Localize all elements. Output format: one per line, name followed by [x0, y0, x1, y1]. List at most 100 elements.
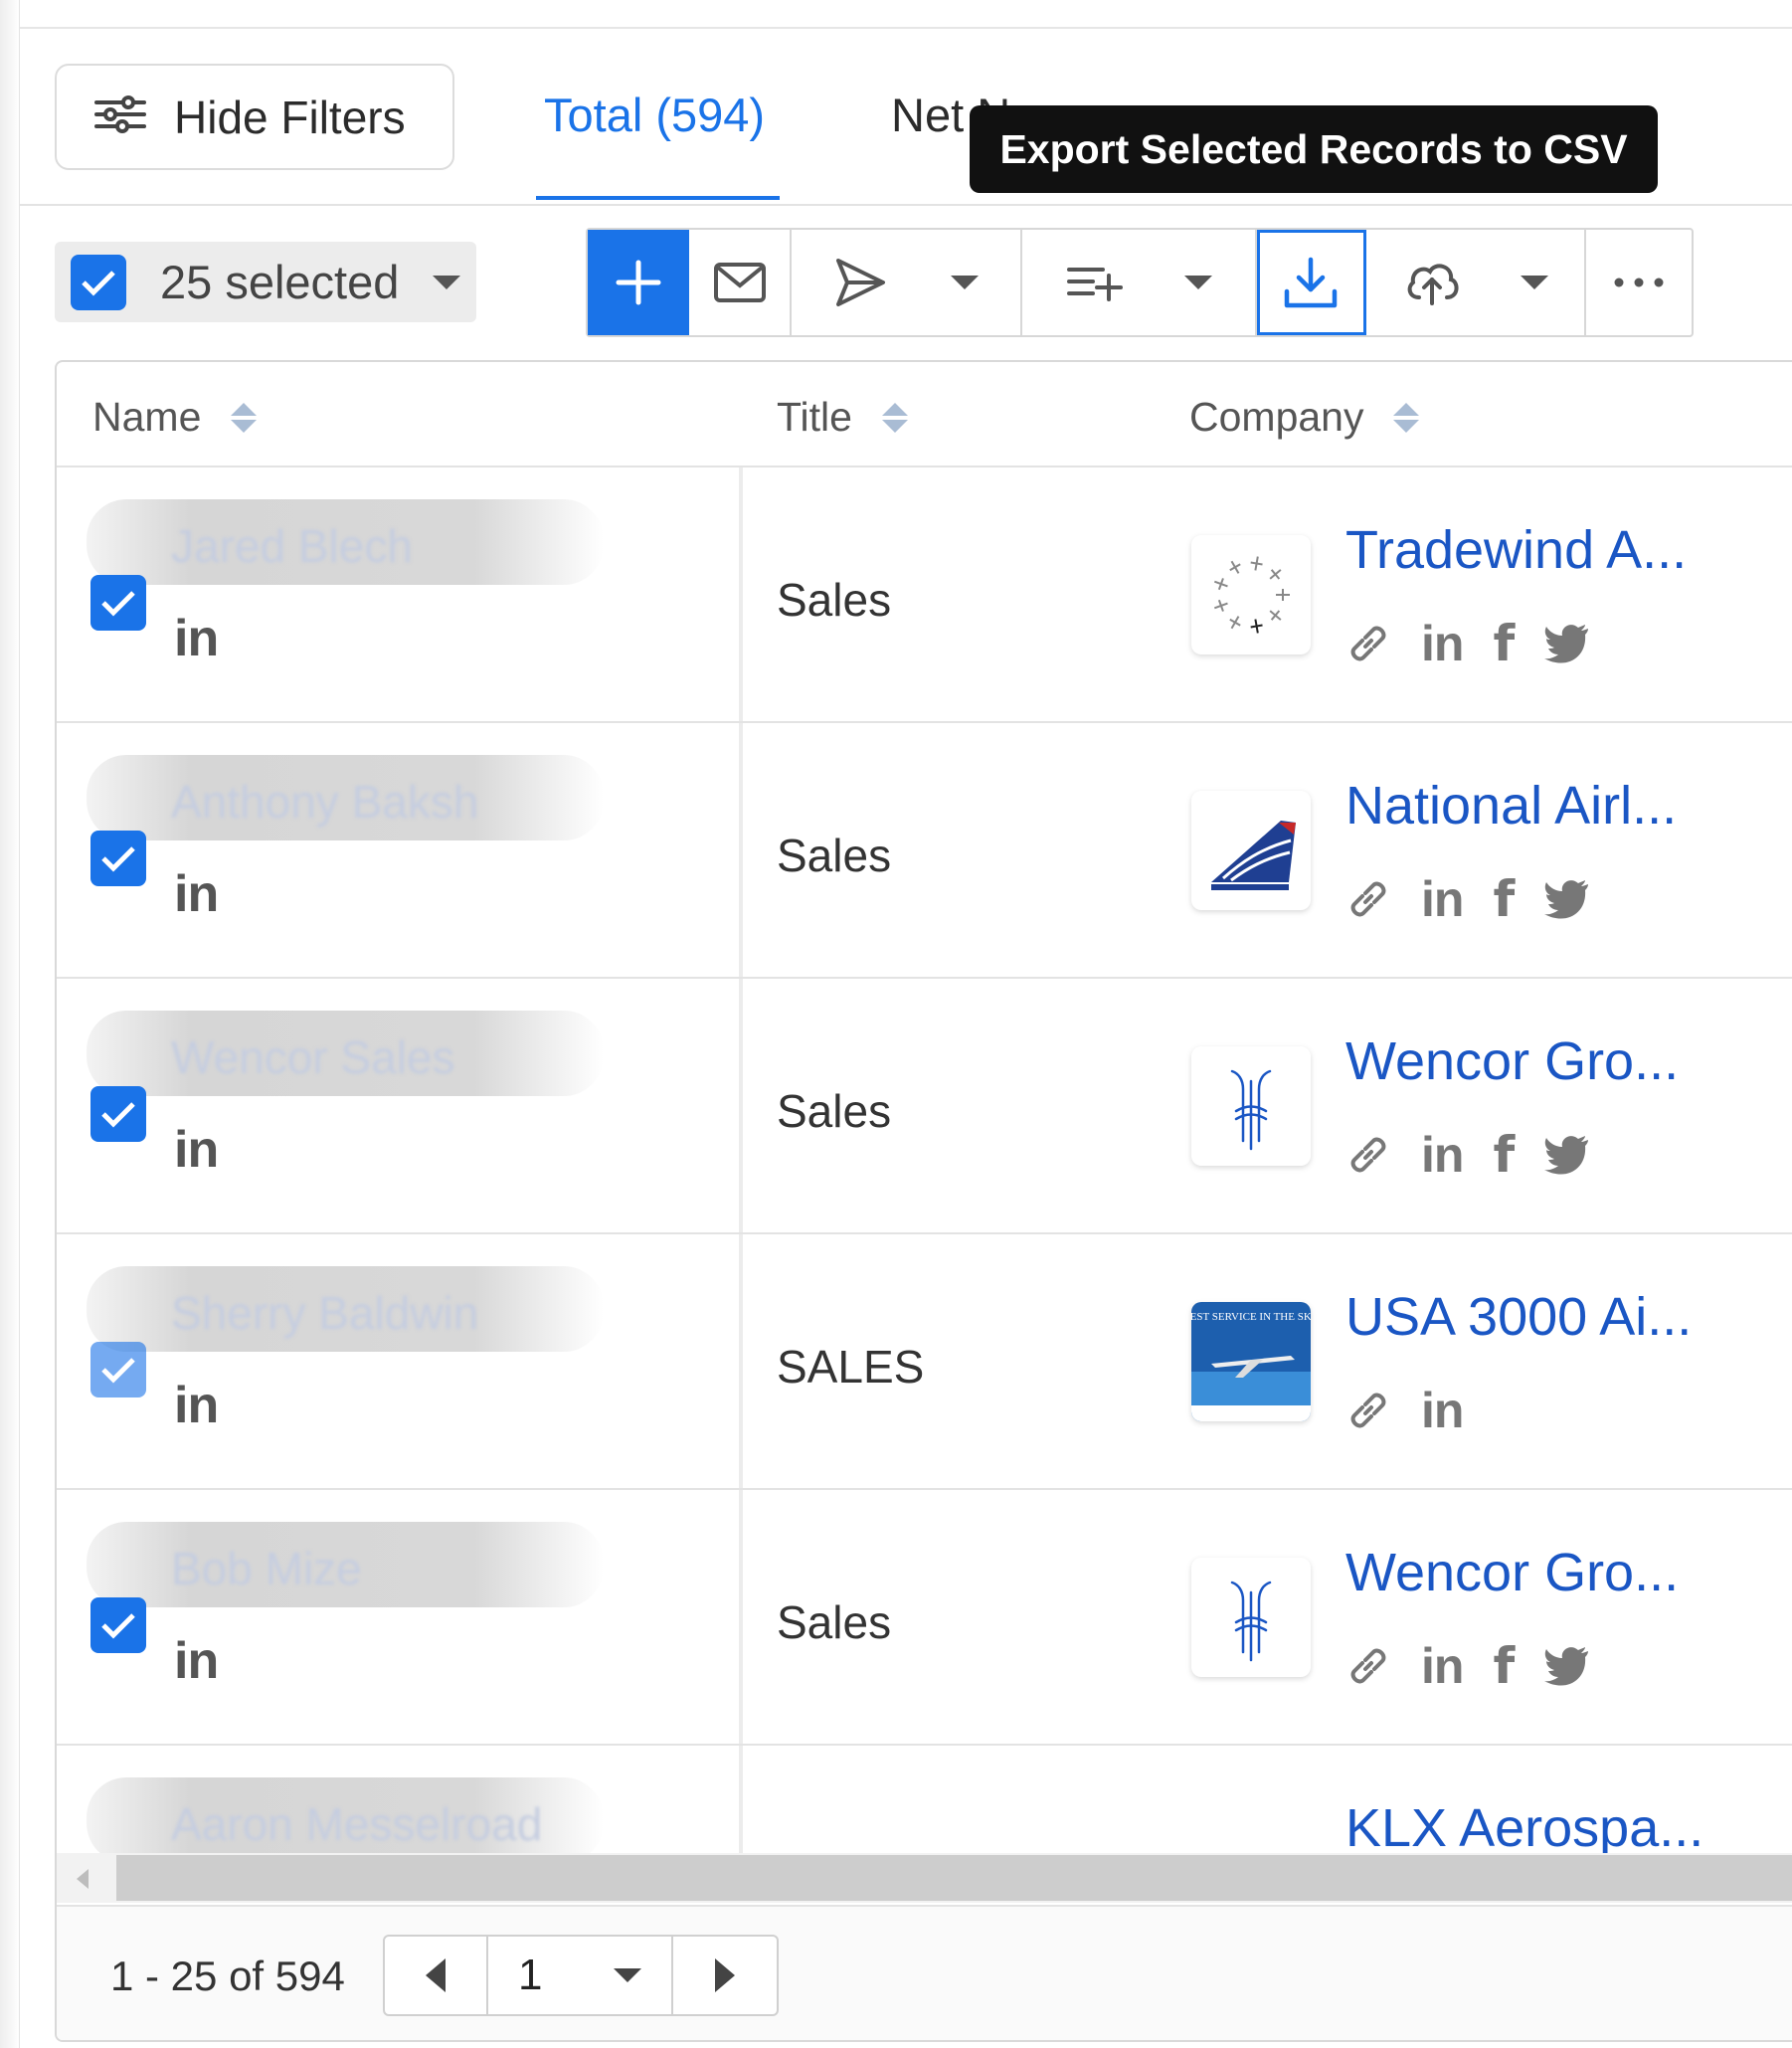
contact-name[interactable]: Jared Blech: [171, 519, 413, 573]
company-logo: [1191, 791, 1311, 910]
company-link[interactable]: KLX Aerospa...: [1345, 1797, 1703, 1859]
sort-icon[interactable]: [881, 402, 908, 433]
sort-icon[interactable]: [231, 402, 258, 433]
facebook-icon[interactable]: f: [1493, 1126, 1515, 1184]
caret-left-icon: [426, 1958, 446, 1992]
twitter-icon[interactable]: [1544, 1135, 1590, 1175]
row-checkbox[interactable]: [90, 1342, 146, 1397]
scrollbar-thumb[interactable]: [116, 1855, 1792, 1901]
contact-name[interactable]: Sherry Baldwin: [171, 1286, 478, 1340]
company-logo: BEST SERVICE IN THE SKY: [1191, 1302, 1311, 1421]
company-link[interactable]: National Airl...: [1345, 775, 1677, 837]
table-row[interactable]: Sherry Baldwin in SALES BEST SERVICE IN THE…: [57, 1234, 1792, 1490]
contact-title: Sales: [777, 830, 892, 881]
twitter-icon[interactable]: [1544, 1646, 1590, 1686]
table-row[interactable]: Anthony Baksh in Sales National Airl... in f: [57, 723, 1792, 979]
linkedin-icon[interactable]: in: [1421, 615, 1464, 672]
twitter-icon[interactable]: [1544, 879, 1590, 919]
company-link[interactable]: Wencor Gro...: [1345, 1542, 1679, 1603]
add-button[interactable]: [588, 230, 689, 335]
header-divider: [20, 204, 1792, 206]
page-select[interactable]: 1: [488, 1937, 673, 2014]
facebook-icon[interactable]: f: [1493, 615, 1515, 672]
sort-icon[interactable]: [1393, 402, 1420, 433]
linkedin-icon[interactable]: in: [174, 1120, 219, 1180]
company-link[interactable]: Tradewind A...: [1345, 519, 1687, 581]
tab-total[interactable]: Total (594): [544, 88, 765, 142]
company-socials: in f: [1345, 870, 1590, 928]
linkedin-icon[interactable]: in: [174, 1631, 219, 1691]
link-icon[interactable]: [1345, 1132, 1391, 1178]
upload-button[interactable]: [1366, 230, 1586, 335]
table-row[interactable]: Bob Mize in Sales Wencor Gro... in f: [57, 1490, 1792, 1746]
hide-filters-button[interactable]: Hide Filters: [55, 64, 454, 170]
add-to-list-button[interactable]: [1022, 230, 1257, 335]
column-header-name[interactable]: Name: [92, 394, 258, 441]
send-button[interactable]: [792, 230, 1022, 335]
send-icon: [836, 259, 885, 306]
record-range: 1 - 25 of 594: [110, 1953, 345, 1999]
facebook-icon[interactable]: f: [1493, 870, 1515, 928]
company-logo: [1191, 1558, 1311, 1677]
scroll-left-icon[interactable]: [77, 1869, 89, 1889]
contact-name[interactable]: Anthony Baksh: [171, 775, 478, 829]
linkedin-icon[interactable]: in: [1421, 1637, 1464, 1695]
column-header-title[interactable]: Title: [777, 394, 908, 441]
list-add-icon: [1067, 268, 1123, 301]
linkedin-icon[interactable]: in: [1421, 1382, 1464, 1439]
linkedin-icon[interactable]: in: [1421, 870, 1464, 928]
selection-dropdown[interactable]: 25 selected: [55, 242, 476, 322]
email-button[interactable]: [689, 230, 792, 335]
prev-page-button[interactable]: [385, 1937, 488, 2014]
linkedin-icon[interactable]: in: [174, 864, 219, 924]
selected-count: 25 selected: [160, 256, 400, 308]
horizontal-scrollbar[interactable]: [57, 1853, 1792, 1903]
linkedin-icon[interactable]: in: [174, 1376, 219, 1435]
export-csv-button[interactable]: [1257, 230, 1366, 335]
contact-title: SALES: [777, 1341, 925, 1393]
company-socials: in f: [1345, 615, 1590, 672]
chevron-down-icon[interactable]: [951, 276, 979, 289]
table-row[interactable]: Wencor Sales in Sales Wencor Gro... in f: [57, 979, 1792, 1234]
link-icon[interactable]: [1345, 621, 1391, 666]
row-checkbox[interactable]: [90, 831, 146, 886]
select-all-checkbox[interactable]: [71, 254, 126, 310]
link-icon[interactable]: [1345, 1643, 1391, 1689]
svg-text:BEST SERVICE IN THE SKY: BEST SERVICE IN THE SKY: [1191, 1311, 1311, 1323]
current-page: 1: [518, 1951, 543, 1999]
contact-name[interactable]: Bob Mize: [171, 1542, 362, 1595]
chevron-down-icon: [433, 275, 461, 289]
facebook-icon[interactable]: f: [1493, 1637, 1515, 1695]
left-edge: [0, 0, 20, 2048]
chevron-down-icon[interactable]: [1520, 276, 1548, 289]
link-icon[interactable]: [1345, 1388, 1391, 1433]
pagination-footer: 1 - 25 of 594 1: [57, 1905, 1792, 2040]
chevron-down-icon: [614, 1968, 641, 1982]
next-page-button[interactable]: [673, 1937, 777, 2014]
contact-title: Sales: [777, 574, 892, 626]
contact-name[interactable]: Aaron Messelroad: [171, 1797, 542, 1851]
twitter-icon[interactable]: [1544, 624, 1590, 663]
pager: 1: [383, 1935, 779, 2016]
contact-name[interactable]: Wencor Sales: [171, 1030, 455, 1084]
linkedin-icon[interactable]: in: [1421, 1126, 1464, 1184]
action-button-group: [586, 228, 1694, 337]
link-icon[interactable]: [1345, 876, 1391, 922]
row-checkbox[interactable]: [90, 1597, 146, 1653]
column-header-company[interactable]: Company: [1189, 394, 1420, 441]
contact-title: Sales: [777, 1596, 892, 1648]
contact-title: Sales: [777, 1085, 892, 1137]
chevron-down-icon[interactable]: [1184, 276, 1212, 289]
company-link[interactable]: USA 3000 Ai...: [1345, 1286, 1692, 1348]
row-checkbox[interactable]: [90, 1086, 146, 1142]
cloud-upload-icon: [1407, 264, 1458, 305]
company-logo: [1191, 535, 1311, 654]
row-checkbox[interactable]: [90, 575, 146, 631]
company-link[interactable]: Wencor Gro...: [1345, 1030, 1679, 1092]
linkedin-icon[interactable]: in: [174, 609, 219, 668]
active-tab-indicator: [536, 196, 780, 200]
table-row[interactable]: Jared Blech in Sales Tradewind A... in f: [57, 467, 1792, 723]
contacts-table: Name Title Company Jared Blech in Sales Tra…: [55, 360, 1792, 2042]
plus-icon: [616, 260, 661, 305]
more-button[interactable]: [1586, 230, 1692, 335]
